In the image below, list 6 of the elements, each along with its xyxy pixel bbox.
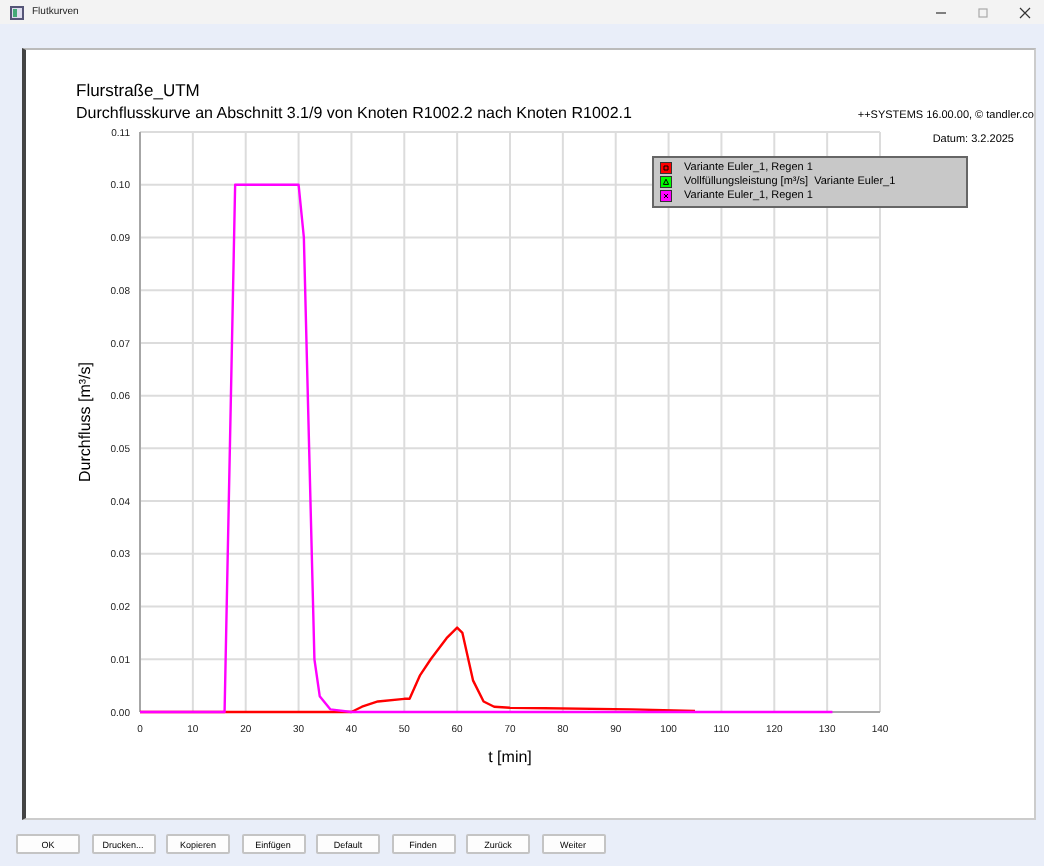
close-icon[interactable] [1018,5,1032,19]
axis-title: Durchfluss [m³/s] [76,362,94,482]
chart-subtitle: Durchflusskurve an Abschnitt 3.1/9 von Knoten R1002.2 nach Knoten R1002.1 [76,102,632,126]
chart-title: Flurstraße_UTM [76,78,202,102]
axis-title: t [min] [488,748,532,766]
app-icon [10,5,24,19]
